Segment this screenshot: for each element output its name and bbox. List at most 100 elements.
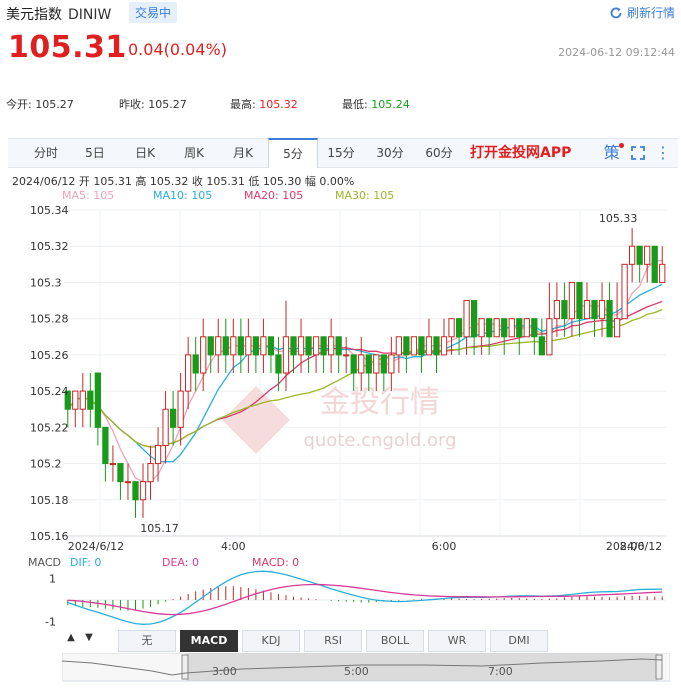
candle-body[interactable]: [583, 300, 591, 320]
candle-body[interactable]: [200, 336, 207, 374]
candle-body[interactable]: [147, 463, 154, 483]
refresh-button[interactable]: 刷新行情: [609, 4, 675, 21]
candle-body[interactable]: [531, 318, 538, 338]
candle-body[interactable]: [312, 336, 320, 356]
candle-body[interactable]: [72, 390, 79, 410]
candle-body[interactable]: [328, 336, 335, 356]
candle-body[interactable]: [553, 300, 561, 320]
arrow-up-icon[interactable]: ▲: [62, 632, 80, 643]
indicator-tab-dmi[interactable]: DMI: [490, 630, 548, 652]
indicator-tab-boll[interactable]: BOLL: [366, 630, 424, 652]
candle-body[interactable]: [523, 318, 530, 338]
candle-body[interactable]: [365, 354, 372, 374]
candle-body[interactable]: [425, 336, 433, 356]
strategy-icon[interactable]: 策: [602, 139, 624, 167]
candle-body[interactable]: [403, 336, 410, 356]
candle-body[interactable]: [87, 390, 94, 410]
candle-body[interactable]: [350, 354, 357, 374]
tab-monthly-k[interactable]: 月K: [219, 139, 267, 167]
candle-body[interactable]: [260, 336, 267, 356]
tab-5day[interactable]: 5日: [71, 139, 119, 167]
candle-body[interactable]: [117, 463, 124, 483]
candle-body[interactable]: [245, 336, 252, 356]
candle-body[interactable]: [568, 281, 576, 320]
candle-body[interactable]: [629, 245, 636, 265]
candle-body[interactable]: [440, 336, 448, 356]
candle-body[interactable]: [576, 281, 583, 320]
candle-body[interactable]: [621, 263, 628, 320]
tab-60min[interactable]: 60分: [415, 139, 463, 167]
candle-body[interactable]: [659, 263, 666, 283]
time-navigator[interactable]: 3:00 5:00 7:00: [62, 653, 670, 683]
navigator-right-handle[interactable]: [655, 654, 663, 680]
candle-body[interactable]: [561, 300, 568, 320]
candle-body[interactable]: [320, 336, 327, 356]
arrow-down-icon[interactable]: ▼: [80, 632, 98, 643]
candle-body[interactable]: [192, 354, 199, 374]
candle-body[interactable]: [252, 336, 260, 356]
candle-body[interactable]: [606, 300, 613, 338]
candle-body[interactable]: [79, 390, 86, 410]
indicator-tab-kdj[interactable]: KDJ: [242, 630, 300, 652]
candle-body[interactable]: [388, 354, 395, 374]
candle-body[interactable]: [275, 354, 282, 374]
candle-body[interactable]: [508, 318, 515, 338]
candle-body[interactable]: [395, 336, 402, 356]
open-app-link[interactable]: 打开金投网APP: [470, 139, 571, 167]
candle-body[interactable]: [546, 318, 553, 356]
candle-body[interactable]: [162, 408, 169, 446]
candle-body[interactable]: [305, 336, 312, 356]
indicator-tab-rsi[interactable]: RSI: [304, 630, 362, 652]
tab-5min[interactable]: 5分: [268, 138, 318, 168]
candle-body[interactable]: [290, 336, 297, 356]
candle-body[interactable]: [373, 354, 380, 374]
candle-body[interactable]: [169, 408, 177, 428]
indicator-tab-wr[interactable]: WR: [428, 630, 486, 652]
candle-body[interactable]: [230, 336, 237, 356]
candle-body[interactable]: [207, 336, 214, 356]
indicator-tab-none[interactable]: 无: [118, 630, 176, 652]
macd-chart[interactable]: MACD DIF: 0 DEA: 0 MACD: 0 1 -1: [0, 550, 681, 630]
candle-body[interactable]: [237, 336, 244, 356]
candle-body[interactable]: [102, 426, 109, 465]
candle-body[interactable]: [267, 336, 275, 356]
candle-body[interactable]: [132, 481, 139, 501]
candle-body[interactable]: [282, 336, 290, 374]
candle-body[interactable]: [433, 336, 440, 356]
navigator-window[interactable]: [186, 653, 658, 681]
candle-body[interactable]: [94, 372, 101, 428]
tab-15min[interactable]: 15分: [317, 139, 365, 167]
candle-body[interactable]: [470, 300, 478, 338]
candle-body[interactable]: [598, 300, 606, 320]
candle-body[interactable]: [448, 318, 455, 338]
candle-body[interactable]: [124, 481, 132, 484]
navigator-left-handle[interactable]: [181, 654, 189, 680]
candle-body[interactable]: [185, 354, 192, 392]
candle-body[interactable]: [358, 354, 365, 374]
candle-body[interactable]: [516, 318, 523, 338]
candle-body[interactable]: [380, 354, 387, 374]
tab-daily-k[interactable]: 日K: [121, 139, 169, 167]
candle-body[interactable]: [455, 318, 463, 338]
candle-body[interactable]: [591, 300, 598, 320]
candlestick-chart[interactable]: 金投行情 quote.cngold.org 105.34 105.32 105.3 1…: [0, 200, 681, 570]
candle-body[interactable]: [644, 245, 651, 265]
candle-body[interactable]: [501, 318, 508, 338]
candle-body[interactable]: [478, 318, 485, 338]
candle-body[interactable]: [486, 318, 493, 338]
candle-body[interactable]: [538, 336, 545, 356]
candle-body[interactable]: [154, 444, 162, 465]
candle-body[interactable]: [297, 336, 305, 356]
tab-weekly-k[interactable]: 周K: [170, 139, 218, 167]
candle-body[interactable]: [139, 481, 147, 501]
indicator-tab-macd[interactable]: MACD: [180, 630, 238, 652]
candle-body[interactable]: [613, 318, 621, 338]
fullscreen-icon[interactable]: [627, 139, 649, 167]
tab-fenshi[interactable]: 分时: [22, 139, 70, 167]
candle-body[interactable]: [418, 336, 425, 356]
more-menu-icon[interactable]: ⋮: [654, 139, 672, 167]
candle-body[interactable]: [343, 354, 350, 357]
candle-body[interactable]: [651, 245, 658, 283]
tab-30min[interactable]: 30分: [366, 139, 414, 167]
candle-body[interactable]: [335, 336, 342, 356]
